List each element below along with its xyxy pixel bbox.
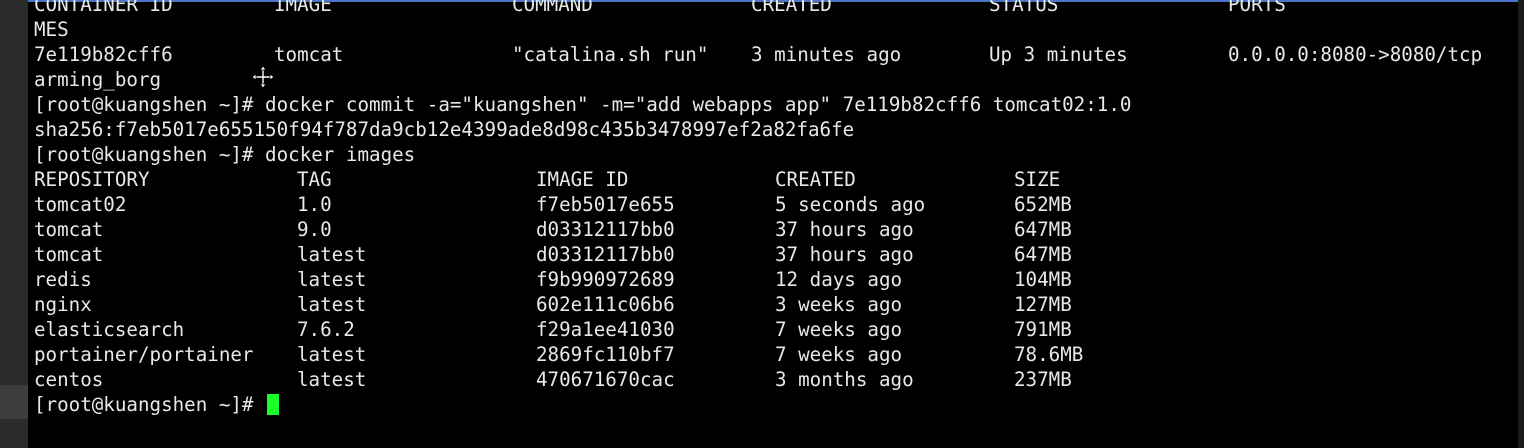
image-repository: tomcat [34,243,104,266]
image-size: 791MB [1014,318,1072,341]
image-repository: nginx [34,293,92,316]
images-header-size: SIZE [1014,168,1061,191]
image-id: f7eb5017e655 [536,193,675,216]
image-tag: latest [297,268,367,291]
image-created: 5 seconds ago [775,193,926,216]
ps-row-image: tomcat [274,43,344,66]
image-size: 104MB [1014,268,1072,291]
image-repository: portainer/portainer [34,343,254,366]
image-created: 12 days ago [775,268,903,291]
ps-header-line: CONTAINER ID IMAGE COMMAND CREATED STATU… [34,0,1514,17]
image-id: 602e111c06b6 [536,293,675,316]
ps-row-names-wrap: arming_borg [34,68,162,91]
image-id: f29a1ee41030 [536,318,675,341]
ps-row-ports: 0.0.0.0:8080->8080/tcp [1228,43,1483,66]
ps-header-ports: PORTS [1228,0,1286,16]
image-size: 647MB [1014,218,1072,241]
image-repository: centos [34,368,104,391]
current-prompt-line[interactable]: [root@kuangshen ~]# [34,392,1514,417]
image-size: 78.6MB [1014,343,1084,366]
image-created: 7 weeks ago [775,318,903,341]
images-header-created: CREATED [775,168,856,191]
image-tag: 1.0 [297,193,332,216]
image-created: 7 weeks ago [775,343,903,366]
image-tag: latest [297,343,367,366]
image-row: tomcat 9.0 d03312117bb0 37 hours ago 647… [34,217,1514,242]
image-tag: latest [297,368,367,391]
images-header-tag: TAG [297,168,332,191]
ps-row-command: "catalina.sh run" [512,43,709,66]
commit-command: docker commit -a="kuangshen" -m="add web… [265,93,1132,116]
image-size: 127MB [1014,293,1072,316]
ps-header-image: IMAGE [274,0,332,16]
image-id: 470671670cac [536,368,675,391]
window-left-gutter [0,0,28,448]
image-size: 647MB [1014,243,1072,266]
ps-row-line: 7e119b82cff6 tomcat "catalina.sh run" 3 … [34,42,1514,67]
image-id: d03312117bb0 [536,243,675,266]
terminal-cursor [267,394,280,415]
image-created: 3 months ago [775,368,914,391]
ps-header-names-wrap: MES [34,18,69,41]
ps-row-status: Up 3 minutes [989,43,1128,66]
image-tag: 7.6.2 [297,318,355,341]
crosshair-move-cursor-icon [252,66,274,88]
image-id: f9b990972689 [536,268,675,291]
image-repository: elasticsearch [34,318,185,341]
image-tag: 9.0 [297,218,332,241]
ps-header-status: STATUS [989,0,1059,16]
ps-header-container-id: CONTAINER ID [34,0,173,16]
image-repository: tomcat02 [34,193,127,216]
image-row: centos latest 470671670cac 3 months ago … [34,367,1514,392]
shell-prompt: [root@kuangshen ~]# [34,143,266,166]
image-row: redis latest f9b990972689 12 days ago 10… [34,267,1514,292]
image-size: 237MB [1014,368,1072,391]
image-id: 2869fc110bf7 [536,343,675,366]
window-right-edge [1518,0,1524,448]
commit-sha-output: sha256:f7eb5017e655150f94f787da9cb12e439… [34,118,855,141]
ps-row-container-id: 7e119b82cff6 [34,43,173,66]
commit-command-line: [root@kuangshen ~]# docker commit -a="ku… [34,92,1514,117]
gutter-stripe [0,385,28,419]
image-size: 652MB [1014,193,1072,216]
images-header-line: REPOSITORY TAG IMAGE ID CREATED SIZE [34,167,1514,192]
images-command: docker images [265,143,416,166]
ps-header-command: COMMAND [512,0,593,16]
ps-header-created: CREATED [751,0,832,16]
image-tag: latest [297,293,367,316]
image-repository: redis [34,268,92,291]
image-row: tomcat latest d03312117bb0 37 hours ago … [34,242,1514,267]
image-id: d03312117bb0 [536,218,675,241]
image-row: tomcat02 1.0 f7eb5017e655 5 seconds ago … [34,192,1514,217]
image-row: portainer/portainer latest 2869fc110bf7 … [34,342,1514,367]
image-created: 37 hours ago [775,243,914,266]
ps-header-wrap-line: MES [34,17,1514,42]
image-repository: tomcat [34,218,104,241]
images-header-image-id: IMAGE ID [536,168,629,191]
image-tag: latest [297,243,367,266]
shell-prompt: [root@kuangshen ~]# [34,93,266,116]
ps-row-created: 3 minutes ago [751,43,902,66]
commit-output-line: sha256:f7eb5017e655150f94f787da9cb12e439… [34,117,1514,142]
image-row: elasticsearch 7.6.2 f29a1ee41030 7 weeks… [34,317,1514,342]
image-created: 37 hours ago [775,218,914,241]
image-row: nginx latest 602e111c06b6 3 weeks ago 12… [34,292,1514,317]
image-created: 3 weeks ago [775,293,903,316]
shell-prompt: [root@kuangshen ~]# [34,393,266,416]
images-command-line: [root@kuangshen ~]# docker images [34,142,1514,167]
images-header-repository: REPOSITORY [34,168,150,191]
